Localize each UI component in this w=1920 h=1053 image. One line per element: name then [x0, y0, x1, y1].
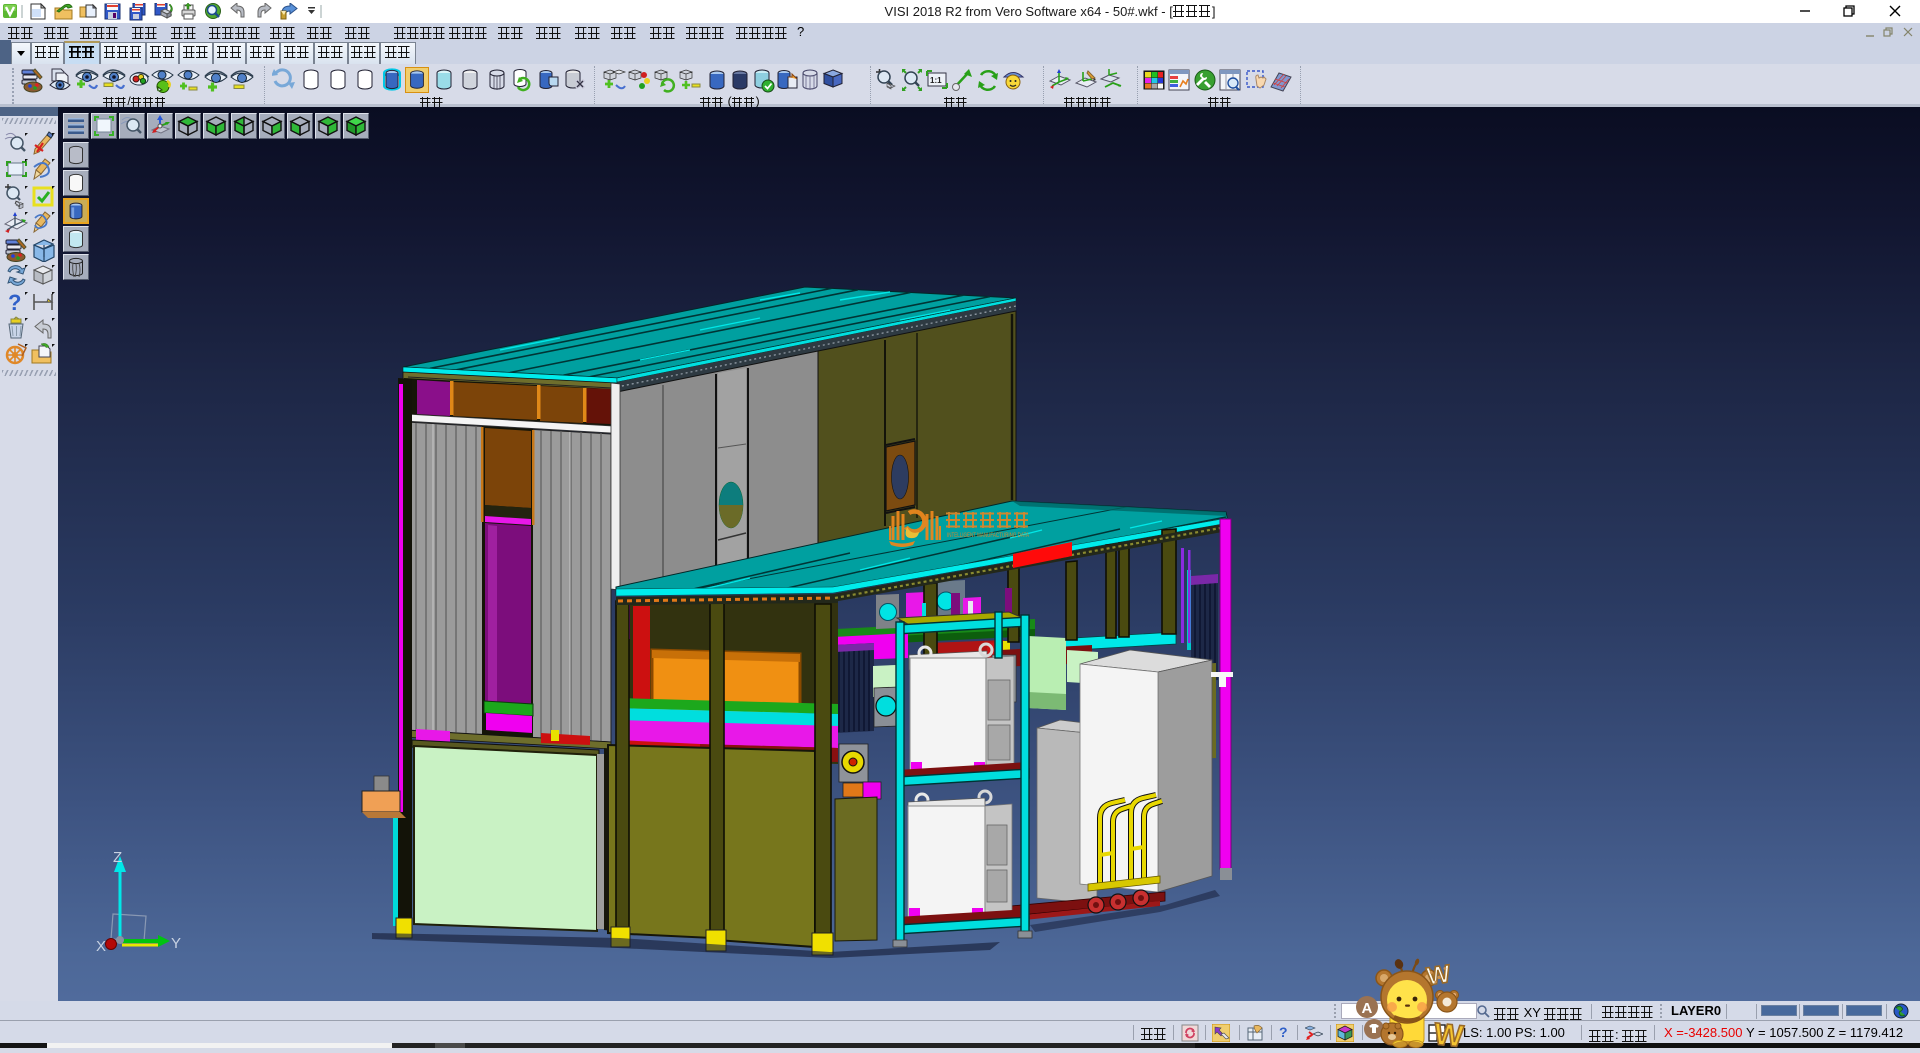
svg-text:W: W	[1432, 1016, 1465, 1048]
svg-text:Z: Z	[113, 849, 122, 866]
svg-text:Y: Y	[171, 935, 181, 952]
svg-text:INTELLIGENT MANUFACTURING DATA: INTELLIGENT MANUFACTURING DATA	[947, 533, 1029, 539]
svg-text:W: W	[1425, 960, 1453, 991]
svg-text:1:1: 1:1	[930, 76, 942, 85]
svg-text:X: X	[96, 938, 106, 955]
svg-text:?: ?	[8, 290, 21, 315]
svg-text:A: A	[1362, 1000, 1373, 1017]
